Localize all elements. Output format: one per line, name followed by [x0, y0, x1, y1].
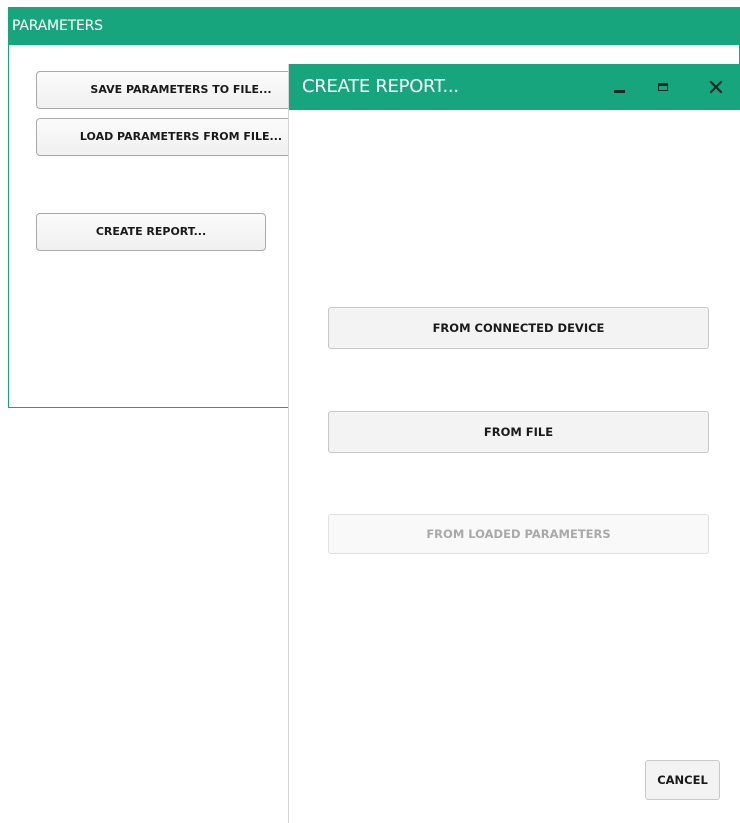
create-report-dialog: CREATE REPORT... FROM CONNECTED DEVICE F…	[288, 64, 740, 823]
create-report-button[interactable]: CREATE REPORT...	[36, 213, 266, 251]
save-parameters-button[interactable]: SAVE PARAMETERS TO FILE...	[36, 71, 306, 109]
minimize-bar-shape	[613, 89, 625, 93]
dialog-title-bar[interactable]: CREATE REPORT...	[289, 64, 740, 110]
close-x-glyph	[709, 80, 723, 94]
from-loaded-parameters-button: FROM LOADED PARAMETERS	[328, 514, 709, 554]
minimize-icon[interactable]	[605, 73, 633, 101]
close-icon[interactable]	[702, 73, 730, 101]
load-parameters-button[interactable]: LOAD PARAMETERS FROM FILE...	[36, 118, 306, 156]
from-file-button[interactable]: FROM FILE	[328, 411, 709, 453]
from-connected-device-button[interactable]: FROM CONNECTED DEVICE	[328, 307, 709, 349]
maximize-box-shape	[658, 83, 668, 91]
cancel-button[interactable]: CANCEL	[645, 760, 720, 800]
app-root: PARAMETERS SAVE PARAMETERS TO FILE... LO…	[0, 0, 740, 823]
parameters-panel-title: PARAMETERS	[9, 8, 739, 45]
maximize-icon[interactable]	[649, 73, 677, 101]
dialog-title: CREATE REPORT...	[302, 76, 459, 97]
